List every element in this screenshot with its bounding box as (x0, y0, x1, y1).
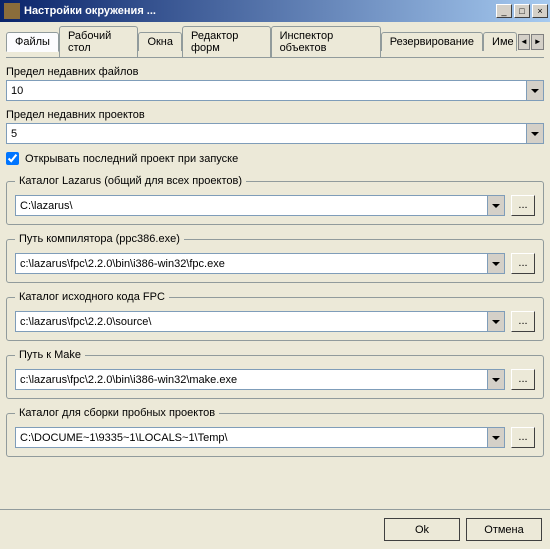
minimize-button[interactable]: _ (496, 4, 512, 18)
tab-files[interactable]: Файлы (6, 32, 59, 52)
recent-files-label: Предел недавних файлов (6, 66, 544, 78)
make-path-browse-button[interactable]: ... (511, 369, 535, 390)
recent-projects-label: Предел недавних проектов (6, 109, 544, 121)
title-bar: Настройки окружения ... _ □ × (0, 0, 550, 22)
fpc-src-input[interactable] (15, 311, 488, 332)
fpc-src-legend: Каталог исходного кода FPC (15, 291, 169, 303)
test-dir-group: Каталог для сборки пробных проектов ... (6, 407, 544, 457)
lazarus-dir-group: Каталог Lazarus (общий для всех проектов… (6, 175, 544, 225)
close-button[interactable]: × (532, 4, 548, 18)
open-last-row: Открывать последний проект при запуске (6, 152, 544, 165)
make-path-dropdown-button[interactable] (488, 369, 505, 390)
tab-naming[interactable]: Име (483, 32, 517, 51)
recent-projects-combo (6, 123, 544, 144)
test-dir-input[interactable] (15, 427, 488, 448)
test-dir-legend: Каталог для сборки пробных проектов (15, 407, 219, 419)
compiler-path-browse-button[interactable]: ... (511, 253, 535, 274)
tab-backup[interactable]: Резервирование (381, 32, 483, 51)
lazarus-dir-dropdown-button[interactable] (488, 195, 505, 216)
make-path-group: Путь к Make ... (6, 349, 544, 399)
ok-button[interactable]: Ok (384, 518, 460, 541)
recent-files-dropdown-button[interactable] (527, 80, 544, 101)
maximize-button[interactable]: □ (514, 4, 530, 18)
test-dir-dropdown-button[interactable] (488, 427, 505, 448)
tab-object-inspector[interactable]: Инспектор объектов (271, 26, 381, 57)
lazarus-dir-input[interactable] (15, 195, 488, 216)
window-title: Настройки окружения ... (24, 5, 494, 17)
compiler-path-dropdown-button[interactable] (488, 253, 505, 274)
test-dir-browse-button[interactable]: ... (511, 427, 535, 448)
lazarus-dir-legend: Каталог Lazarus (общий для всех проектов… (15, 175, 246, 187)
tab-scroll-left[interactable]: ◄ (518, 34, 531, 50)
fpc-src-dropdown-button[interactable] (488, 311, 505, 332)
make-path-legend: Путь к Make (15, 349, 85, 361)
recent-projects-input[interactable] (6, 123, 527, 144)
lazarus-dir-browse-button[interactable]: ... (511, 195, 535, 216)
recent-projects-dropdown-button[interactable] (527, 123, 544, 144)
app-icon (4, 3, 20, 19)
tab-windows[interactable]: Окна (138, 32, 182, 51)
dialog-footer: Ok Отмена (0, 509, 550, 549)
cancel-button[interactable]: Отмена (466, 518, 542, 541)
make-path-input[interactable] (15, 369, 488, 390)
compiler-path-group: Путь компилятора (ppc386.exe) ... (6, 233, 544, 283)
content-area: Файлы Рабочий стол Окна Редактор форм Ин… (0, 22, 550, 469)
fpc-src-group: Каталог исходного кода FPC ... (6, 291, 544, 341)
recent-files-input[interactable] (6, 80, 527, 101)
open-last-label: Открывать последний проект при запуске (25, 153, 238, 165)
compiler-path-input[interactable] (15, 253, 488, 274)
fpc-src-browse-button[interactable]: ... (511, 311, 535, 332)
compiler-path-legend: Путь компилятора (ppc386.exe) (15, 233, 184, 245)
open-last-checkbox[interactable] (6, 152, 19, 165)
recent-files-combo (6, 80, 544, 101)
tab-strip: Файлы Рабочий стол Окна Редактор форм Ин… (6, 26, 544, 58)
tab-scroll-right[interactable]: ► (531, 34, 544, 50)
tab-form-editor[interactable]: Редактор форм (182, 26, 271, 57)
tab-desktop[interactable]: Рабочий стол (59, 26, 138, 57)
